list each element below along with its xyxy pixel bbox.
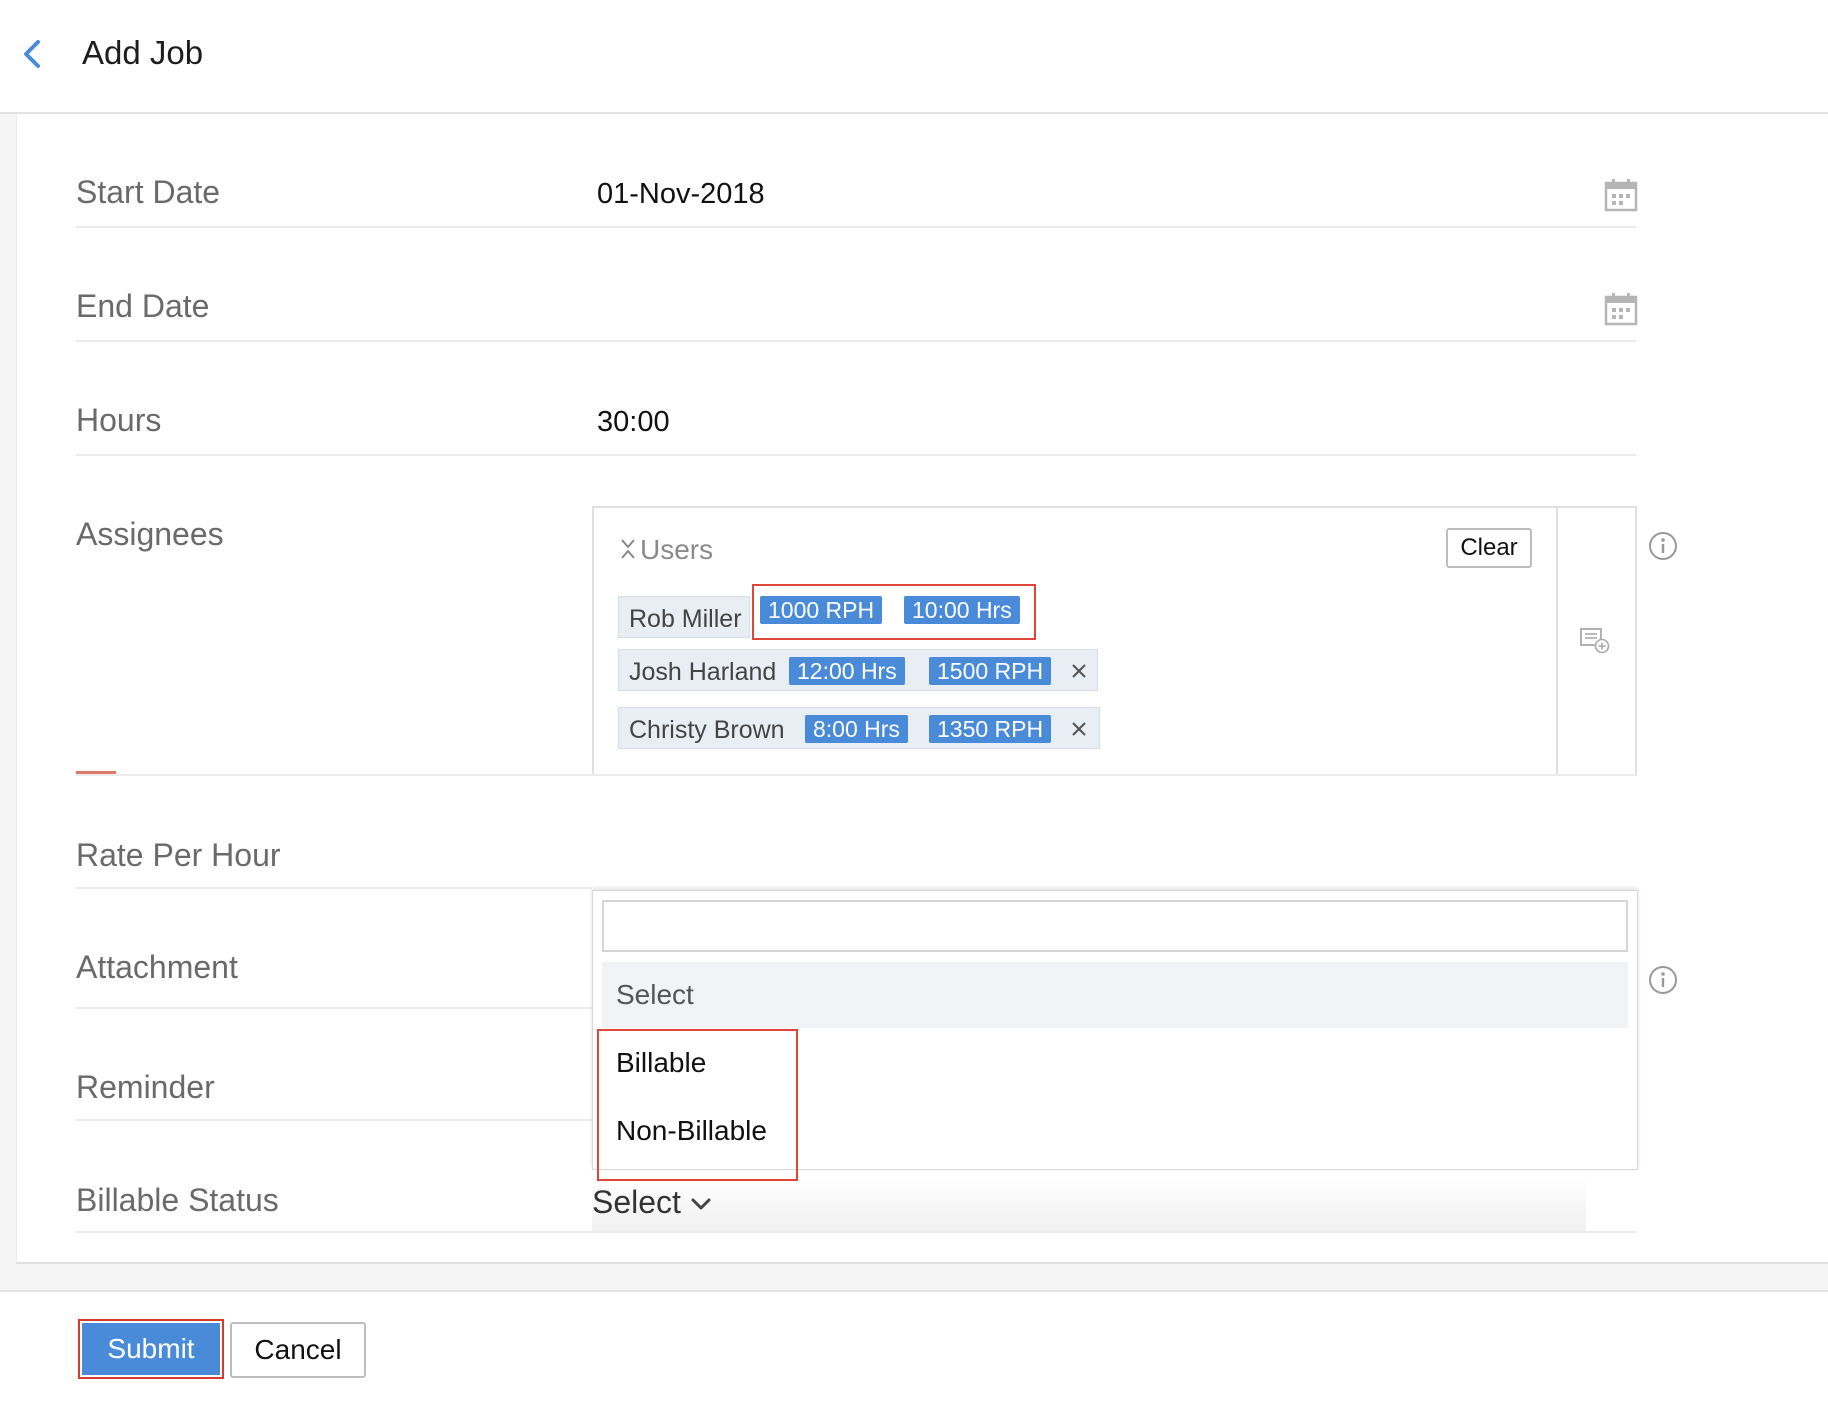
assignees-underline	[76, 774, 1636, 776]
assignee-name: Josh Harland	[629, 658, 777, 686]
attachment-underline	[76, 1007, 592, 1009]
end-date-underline	[76, 340, 1636, 342]
hours-tag[interactable]: 8:00 Hrs	[805, 715, 908, 743]
close-icon[interactable]	[1071, 663, 1087, 679]
hours-underline	[76, 454, 1636, 456]
option-label: Non-Billable	[616, 1115, 767, 1146]
end-date-label: End Date	[76, 288, 210, 324]
reminder-underline	[76, 1119, 592, 1121]
hours-field[interactable]: 30:00	[597, 406, 670, 439]
attachment-label: Attachment	[76, 949, 238, 985]
hours-tag[interactable]: 12:00 Hrs	[789, 657, 905, 685]
assignee-chip: Christy Brown 8:00 Hrs 1350 RPH	[618, 707, 1100, 749]
chevron-left-icon	[24, 40, 40, 68]
collapse-icon[interactable]	[620, 538, 636, 560]
calendar-icon[interactable]	[1604, 292, 1638, 326]
clear-button[interactable]: Clear	[1446, 528, 1532, 568]
billable-status-label: Billable Status	[76, 1182, 279, 1218]
rate-tag[interactable]: 1000 RPH	[760, 596, 883, 624]
assignees-divider	[1556, 506, 1558, 776]
reminder-label: Reminder	[76, 1069, 215, 1105]
dropdown-option-non-billable[interactable]: Non-Billable	[602, 1098, 1628, 1164]
start-date-underline	[76, 226, 1636, 228]
assignee-name: Rob Miller	[629, 605, 742, 633]
assignees-label: Assignees	[76, 516, 224, 552]
billable-status-select[interactable]: Select	[592, 1176, 1586, 1232]
add-list-icon[interactable]	[1580, 626, 1610, 654]
page-title: Add Job	[82, 34, 204, 71]
close-icon[interactable]	[1071, 721, 1087, 737]
hours-label: Hours	[76, 402, 162, 438]
start-date-label: Start Date	[76, 174, 221, 210]
chevron-down-icon	[691, 1198, 711, 1210]
dropdown-option-select[interactable]: Select	[602, 962, 1628, 1028]
option-label: Billable	[616, 1047, 707, 1078]
dropdown-option-billable[interactable]: Billable	[602, 1030, 1628, 1096]
rate-tag[interactable]: 1350 RPH	[929, 715, 1052, 743]
rate-per-hour-label: Rate Per Hour	[76, 837, 281, 873]
option-label: Select	[616, 979, 694, 1010]
assignee-chip: Josh Harland 12:00 Hrs 1500 RPH	[618, 649, 1098, 691]
back-button[interactable]	[18, 34, 48, 74]
billable-underline	[76, 1231, 1636, 1233]
info-icon[interactable]	[1648, 965, 1678, 995]
rate-underline	[76, 887, 592, 889]
start-date-field[interactable]: 01-Nov-2018	[597, 178, 765, 211]
users-group-label: Users	[640, 534, 714, 565]
footer-divider	[0, 1290, 1828, 1292]
assignee-chip: Rob Miller	[618, 596, 750, 638]
select-value: Select	[592, 1184, 681, 1220]
info-icon[interactable]	[1648, 531, 1678, 561]
page-header: Add Job	[0, 0, 1828, 114]
assignee-name: Christy Brown	[629, 716, 785, 744]
calendar-icon[interactable]	[1604, 178, 1638, 212]
cancel-button[interactable]: Cancel	[230, 1322, 366, 1378]
rate-tag[interactable]: 1500 RPH	[929, 657, 1052, 685]
submit-button[interactable]: Submit	[78, 1319, 224, 1379]
dropdown-search-input[interactable]	[602, 900, 1628, 952]
hours-tag[interactable]: 10:00 Hrs	[904, 596, 1020, 624]
